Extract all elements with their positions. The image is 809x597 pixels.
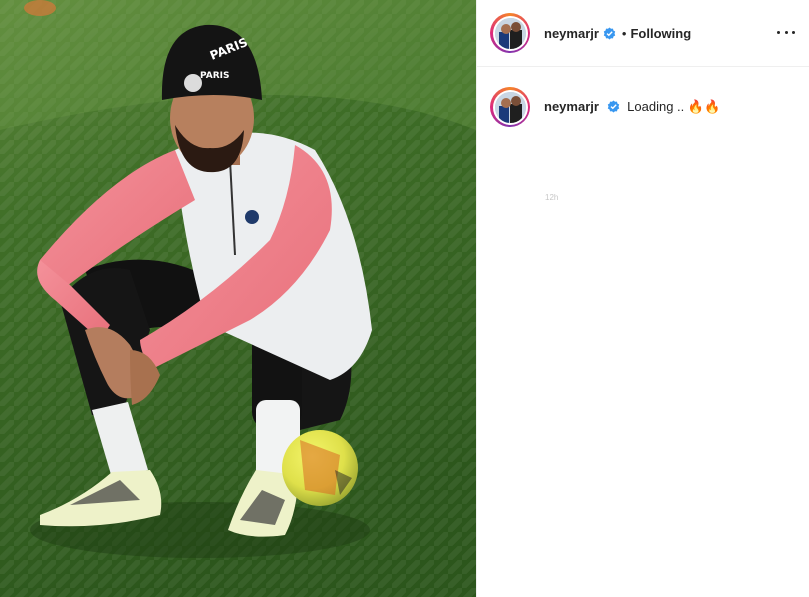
post-photo-illustration: PARIS PARIS (0, 0, 476, 597)
post-sidebar: neymarjr • Following neymarjr Loading ..… (476, 0, 809, 597)
post-timestamp[interactable]: 12h (545, 193, 558, 202)
separator-dot: • (621, 25, 627, 41)
post-caption: neymarjr Loading .. 🔥🔥 12h (477, 67, 809, 202)
header-username[interactable]: neymarjr (544, 26, 599, 41)
post-header: neymarjr • Following (477, 0, 809, 67)
avatar[interactable] (490, 13, 530, 53)
verified-badge-icon (603, 27, 616, 40)
avatar-image (494, 17, 526, 49)
caption-avatar-image (494, 91, 526, 123)
beanie-print-lower: PARIS (200, 71, 230, 81)
instagram-post: PARIS PARIS neymarjr • Following neymarj… (0, 0, 809, 597)
caption-username[interactable]: neymarjr (544, 99, 599, 114)
caption-avatar[interactable] (490, 87, 530, 127)
more-options-icon[interactable] (777, 24, 795, 40)
fire-emoji-icon: 🔥🔥 (687, 99, 721, 114)
following-button[interactable]: Following (630, 26, 691, 41)
verified-badge-icon (607, 100, 620, 113)
caption-text: Loading .. (627, 99, 685, 114)
post-photo[interactable]: PARIS PARIS (0, 0, 476, 597)
